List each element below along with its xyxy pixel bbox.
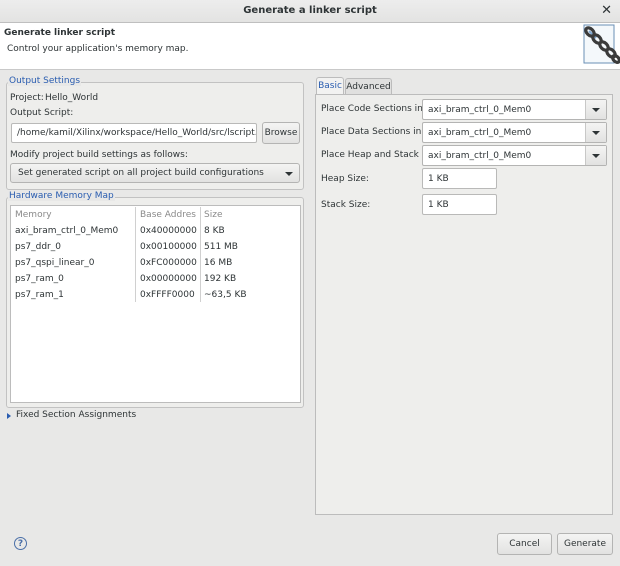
column-header-memory[interactable]: Memory: [15, 210, 52, 220]
chevron-down-icon: [592, 107, 600, 112]
table-cell-size: 8 KB: [204, 226, 225, 236]
tab-basic[interactable]: Basic: [316, 77, 344, 94]
table-row[interactable]: ps7_ram_1 0xFFFF0000 ~63,5 KB: [11, 287, 300, 303]
hardware-memory-map-legend: Hardware Memory Map: [8, 191, 115, 201]
table-cell-memory: axi_bram_ctrl_0_Mem0: [15, 226, 119, 236]
output-script-input[interactable]: /home/kamil/Xilinx/workspace/Hello_World…: [11, 123, 257, 143]
data-sections-value: axi_bram_ctrl_0_Mem0: [428, 127, 532, 138]
chain-link-icon: [580, 23, 620, 67]
code-sections-label: Place Code Sections in:: [321, 104, 426, 114]
dropdown-button[interactable]: [585, 123, 606, 142]
help-icon[interactable]: ?: [14, 537, 27, 550]
stack-size-input[interactable]: 1 KB: [422, 194, 497, 215]
chevron-down-icon: [592, 130, 600, 135]
heap-stack-select[interactable]: axi_bram_ctrl_0_Mem0: [422, 145, 607, 166]
heap-size-input[interactable]: 1 KB: [422, 168, 497, 189]
close-icon[interactable]: ✕: [601, 3, 612, 18]
code-sections-select[interactable]: axi_bram_ctrl_0_Mem0: [422, 99, 607, 120]
table-cell-base-address: 0xFFFF0000: [140, 290, 195, 300]
header-description: Control your application's memory map.: [7, 44, 189, 54]
table-cell-size: 16 MB: [204, 258, 233, 268]
modify-build-settings-select[interactable]: Set generated script on all project buil…: [10, 163, 300, 183]
header-title: Generate linker script: [4, 28, 116, 38]
table-cell-base-address: 0xFC000000: [140, 258, 197, 268]
table-cell-size: ~63,5 KB: [204, 290, 247, 300]
table-cell-base-address: 0x40000000: [140, 226, 197, 236]
project-value: Hello_World: [45, 93, 99, 103]
heap-stack-value: axi_bram_ctrl_0_Mem0: [428, 150, 532, 161]
table-row[interactable]: ps7_ddr_0 0x00100000 511 MB: [11, 239, 300, 255]
code-sections-value: axi_bram_ctrl_0_Mem0: [428, 104, 532, 115]
triangle-right-icon: [7, 413, 11, 419]
chevron-down-icon: [285, 172, 293, 176]
dialog-header: Generate linker script Control your appl…: [0, 23, 620, 70]
heap-size-label: Heap Size:: [321, 174, 369, 184]
memory-map-table: Memory Base Addres Size axi_bram_ctrl_0_…: [10, 205, 301, 403]
browse-button[interactable]: Browse: [262, 122, 300, 144]
fixed-section-label: Fixed Section Assignments: [16, 410, 137, 420]
heap-stack-label: Place Heap and Stack in:: [321, 150, 433, 160]
data-sections-select[interactable]: axi_bram_ctrl_0_Mem0: [422, 122, 607, 143]
table-cell-base-address: 0x00000000: [140, 274, 197, 284]
table-cell-memory: ps7_ram_0: [15, 274, 64, 284]
table-cell-size: 511 MB: [204, 242, 238, 252]
fixed-section-expander[interactable]: Fixed Section Assignments: [7, 410, 147, 423]
dropdown-button[interactable]: [585, 100, 606, 119]
table-row[interactable]: ps7_qspi_linear_0 0xFC000000 16 MB: [11, 255, 300, 271]
window-title: Generate a linker script: [243, 5, 377, 16]
stack-size-label: Stack Size:: [321, 200, 371, 210]
table-cell-memory: ps7_ddr_0: [15, 242, 61, 252]
data-sections-label: Place Data Sections in:: [321, 127, 425, 137]
output-script-label: Output Script:: [10, 108, 74, 118]
chevron-down-icon: [592, 153, 600, 158]
dropdown-button[interactable]: [585, 146, 606, 165]
table-cell-memory: ps7_ram_1: [15, 290, 64, 300]
tab-advanced[interactable]: Advanced: [345, 78, 392, 94]
generate-button[interactable]: Generate: [557, 533, 613, 555]
table-row[interactable]: ps7_ram_0 0x00000000 192 KB: [11, 271, 300, 287]
column-header-base-address[interactable]: Base Addres: [140, 210, 196, 220]
table-cell-size: 192 KB: [204, 274, 237, 284]
modify-build-settings-value: Set generated script on all project buil…: [18, 168, 264, 178]
table-cell-base-address: 0x00100000: [140, 242, 197, 252]
column-header-size[interactable]: Size: [204, 210, 222, 220]
table-row[interactable]: axi_bram_ctrl_0_Mem0 0x40000000 8 KB: [11, 223, 300, 239]
modify-build-settings-label: Modify project build settings as follows…: [10, 150, 188, 160]
table-cell-memory: ps7_qspi_linear_0: [15, 258, 95, 268]
project-label: Project:: [10, 93, 44, 103]
output-settings-legend: Output Settings: [8, 76, 82, 86]
title-bar: Generate a linker script ✕: [0, 0, 620, 23]
cancel-button[interactable]: Cancel: [497, 533, 552, 555]
